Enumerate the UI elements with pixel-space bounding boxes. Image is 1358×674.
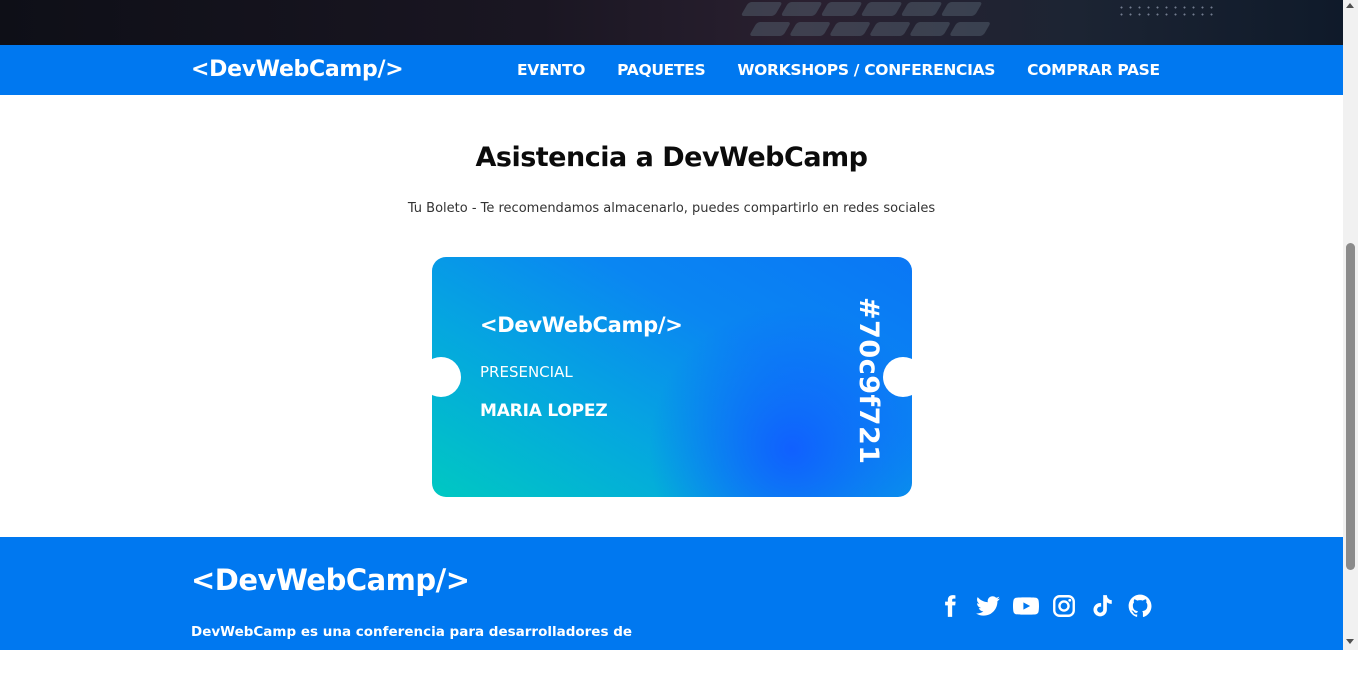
vertical-scrollbar[interactable] [1343, 0, 1358, 650]
page-title: Asistencia a DevWebCamp [475, 142, 868, 173]
ticket-holder-name: MARIA LOPEZ [480, 401, 608, 421]
site-footer: <DevWebCamp/> DevWebCamp es una conferen… [0, 537, 1343, 668]
ticket-notch-right [883, 357, 912, 397]
ticket-card: <DevWebCamp/> PRESENCIAL MARIA LOPEZ #70… [432, 257, 912, 497]
header-logo[interactable]: <DevWebCamp/> [191, 57, 404, 82]
scrollbar-thumb[interactable] [1346, 243, 1355, 570]
nav-links: EVENTO PAQUETES WORKSHOPS / CONFERENCIAS… [517, 61, 1160, 79]
ticket-notch-left [432, 357, 461, 397]
nav-link-workshops-conferencias[interactable]: WORKSHOPS / CONFERENCIAS [737, 61, 995, 79]
instagram-icon[interactable] [1051, 593, 1077, 619]
hero-background-strip [0, 0, 1343, 45]
social-links [937, 593, 1153, 619]
youtube-icon[interactable] [1013, 593, 1039, 619]
scroll-up-arrow-icon[interactable] [1346, 3, 1354, 8]
footer-description: DevWebCamp es una conferencia para desar… [191, 624, 633, 668]
facebook-icon[interactable] [937, 593, 963, 619]
top-navbar: <DevWebCamp/> EVENTO PAQUETES WORKSHOPS … [0, 45, 1343, 95]
ticket-code: #70c9f721 [853, 297, 884, 465]
twitter-icon[interactable] [975, 593, 1001, 619]
ticket-type: PRESENCIAL [480, 363, 573, 381]
github-icon[interactable] [1127, 593, 1153, 619]
page-subtitle: Tu Boleto - Te recomendamos almacenarlo,… [407, 201, 936, 216]
nav-link-evento[interactable]: EVENTO [517, 61, 585, 79]
nav-link-comprar-pase[interactable]: COMPRAR PASE [1027, 61, 1160, 79]
footer-logo: <DevWebCamp/> [191, 563, 470, 597]
tiktok-icon[interactable] [1089, 593, 1115, 619]
scroll-down-arrow-icon[interactable] [1346, 639, 1354, 644]
nav-link-paquetes[interactable]: PAQUETES [617, 61, 706, 79]
keyboard-decoration [680, 0, 1100, 45]
dots-decoration [1117, 4, 1217, 20]
ticket-logo: <DevWebCamp/> [480, 313, 683, 337]
